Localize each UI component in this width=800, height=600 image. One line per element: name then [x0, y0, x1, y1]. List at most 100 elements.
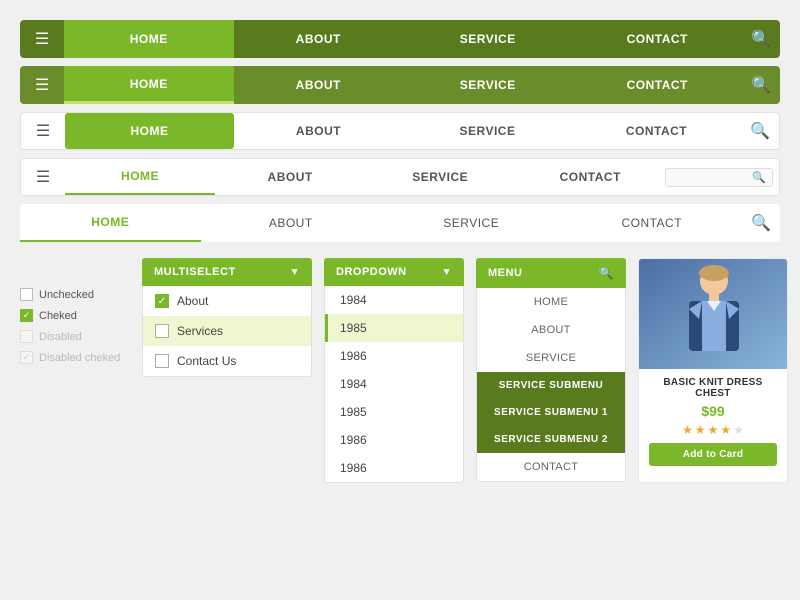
cb-unchecked-label: Unchecked: [39, 289, 94, 301]
nav-home-2[interactable]: HOME: [64, 66, 234, 104]
nav-contact-1[interactable]: CONTACT: [573, 20, 743, 58]
search-icon-4[interactable]: 🔍: [752, 171, 766, 184]
product-image-svg: [639, 259, 787, 369]
nav-service-5[interactable]: SERVICE: [381, 204, 562, 242]
hamburger-icon-2: ☰: [35, 75, 49, 95]
product-name: BASIC KNIT DRESS CHEST: [649, 377, 777, 399]
nav-items-3: HOME ABOUT SERVICE CONTACT: [65, 113, 741, 149]
nav-contact-2[interactable]: CONTACT: [573, 66, 743, 104]
add-to-card-button[interactable]: Add to Card: [649, 443, 777, 466]
multiselect-item-label-2: Contact Us: [177, 354, 236, 368]
cb-checked-label: Cheked: [39, 310, 77, 322]
bottom-section: Unchecked ✓ Cheked Disabled ✓ Disabled c…: [20, 258, 780, 483]
dropdown-list: 1984 1985 1986 1984 1985 1986 1986: [324, 286, 464, 483]
product-image: [639, 259, 787, 369]
menu-item-service[interactable]: SERVICE: [477, 344, 625, 372]
search-input-4[interactable]: [672, 171, 752, 183]
multiselect-checkbox-1[interactable]: [155, 324, 169, 338]
multiselect-header-label: MULTISELECT: [154, 266, 236, 278]
search-icon-2[interactable]: 🔍: [742, 66, 780, 104]
cb-disabled-box: [20, 330, 33, 343]
dropdown-item-2[interactable]: 1986: [325, 342, 463, 370]
dropdown-item-6[interactable]: 1986: [325, 454, 463, 482]
search-icon-3[interactable]: 🔍: [741, 113, 779, 149]
dropdown-item-5[interactable]: 1986: [325, 426, 463, 454]
nav-items-4: HOME ABOUT SERVICE CONTACT: [65, 159, 665, 195]
navbar-5: HOME ABOUT SERVICE CONTACT 🔍: [20, 204, 780, 242]
menu-item-contact[interactable]: CONTACT: [477, 453, 625, 481]
multiselect-widget: MULTISELECT ▼ ✓ About Services Contact U…: [142, 258, 312, 483]
cb-unchecked-box[interactable]: [20, 288, 33, 301]
nav-service-2[interactable]: SERVICE: [403, 66, 573, 104]
menu-item-submenu-1[interactable]: SERVICE SUBMENU 1: [477, 399, 625, 426]
nav-about-2[interactable]: ABOUT: [234, 66, 404, 104]
hamburger-icon-3: ☰: [36, 121, 50, 141]
dropdown-item-4[interactable]: 1985: [325, 398, 463, 426]
star-4: ★: [720, 423, 731, 437]
nav-items-5: HOME ABOUT SERVICE CONTACT: [20, 204, 742, 242]
multiselect-item-2[interactable]: Contact Us: [143, 346, 311, 376]
product-price: $99: [649, 403, 777, 419]
nav-items-1: HOME ABOUT SERVICE CONTACT: [64, 20, 742, 58]
cb-disabled-label: Disabled: [39, 331, 82, 343]
multiselect-item-label-1: Services: [177, 324, 223, 338]
nav-service-3[interactable]: SERVICE: [403, 113, 572, 149]
hamburger-1[interactable]: ☰: [20, 20, 64, 58]
product-stars: ★ ★ ★ ★ ★: [649, 423, 777, 437]
nav-about-1[interactable]: ABOUT: [234, 20, 404, 58]
multiselect-header[interactable]: MULTISELECT ▼: [142, 258, 312, 286]
nav-home-3[interactable]: HOME: [65, 113, 234, 149]
nav-contact-3[interactable]: CONTACT: [572, 113, 741, 149]
nav-about-5[interactable]: ABOUT: [201, 204, 382, 242]
checkbox-list: Unchecked ✓ Cheked Disabled ✓ Disabled c…: [20, 288, 130, 483]
menu-list: HOME ABOUT SERVICE SERVICE SUBMENU SERVI…: [476, 288, 626, 482]
search-icon-5[interactable]: 🔍: [742, 204, 780, 242]
cb-disabled-checked-label: Disabled cheked: [39, 352, 120, 364]
nav-service-1[interactable]: SERVICE: [403, 20, 573, 58]
nav-about-3[interactable]: ABOUT: [234, 113, 403, 149]
nav-contact-4[interactable]: CONTACT: [515, 159, 665, 195]
menu-item-home[interactable]: HOME: [477, 288, 625, 316]
dropdown-chevron-icon: ▼: [442, 267, 452, 278]
menu-item-submenu-2[interactable]: SERVICE SUBMENU 2: [477, 426, 625, 453]
search-box-4[interactable]: 🔍: [665, 168, 773, 187]
star-3: ★: [708, 423, 719, 437]
checkbox-unchecked[interactable]: Unchecked: [20, 288, 130, 301]
dropdown-item-1[interactable]: 1985: [325, 314, 463, 342]
star-5: ★: [733, 423, 744, 437]
dropdown-widget: DROPDOWN ▼ 1984 1985 1986 1984 1985 1986…: [324, 258, 464, 483]
multiselect-item-label-0: About: [177, 294, 208, 308]
hamburger-3[interactable]: ☰: [21, 113, 65, 149]
cb-checked-box[interactable]: ✓: [20, 309, 33, 322]
dropdown-item-3[interactable]: 1984: [325, 370, 463, 398]
nav-contact-5[interactable]: CONTACT: [562, 204, 743, 242]
multiselect-checkbox-0[interactable]: ✓: [155, 294, 169, 308]
nav-about-4[interactable]: ABOUT: [215, 159, 365, 195]
dropdown-header[interactable]: DROPDOWN ▼: [324, 258, 464, 286]
multiselect-item-0[interactable]: ✓ About: [143, 286, 311, 316]
menu-search-icon[interactable]: 🔍: [599, 266, 614, 280]
nav-service-4[interactable]: SERVICE: [365, 159, 515, 195]
checkbox-disabled-checked: ✓ Disabled cheked: [20, 351, 130, 364]
navbar-2: ☰ HOME ABOUT SERVICE CONTACT 🔍: [20, 66, 780, 104]
hamburger-4[interactable]: ☰: [21, 159, 65, 195]
star-2: ★: [695, 423, 706, 437]
multiselect-item-1[interactable]: Services: [143, 316, 311, 346]
nav-home-1[interactable]: HOME: [64, 20, 234, 58]
navbar-1: ☰ HOME ABOUT SERVICE CONTACT 🔍: [20, 20, 780, 58]
navbar-3: ☰ HOME ABOUT SERVICE CONTACT 🔍: [20, 112, 780, 150]
dropdown-header-label: DROPDOWN: [336, 266, 407, 278]
cb-disabled-checked-box: ✓: [20, 351, 33, 364]
search-icon-1[interactable]: 🔍: [742, 20, 780, 58]
checkbox-checked[interactable]: ✓ Cheked: [20, 309, 130, 322]
nav-home-5[interactable]: HOME: [20, 204, 201, 242]
nav-home-4[interactable]: HOME: [65, 159, 215, 195]
multiselect-checkbox-2[interactable]: [155, 354, 169, 368]
dropdown-item-0[interactable]: 1984: [325, 286, 463, 314]
menu-item-about[interactable]: ABOUT: [477, 316, 625, 344]
menu-header-label: MENU: [488, 267, 522, 279]
menu-header[interactable]: MENU 🔍: [476, 258, 626, 288]
menu-item-submenu-0[interactable]: SERVICE SUBMENU: [477, 372, 625, 399]
star-1: ★: [682, 423, 693, 437]
hamburger-2[interactable]: ☰: [20, 66, 64, 104]
